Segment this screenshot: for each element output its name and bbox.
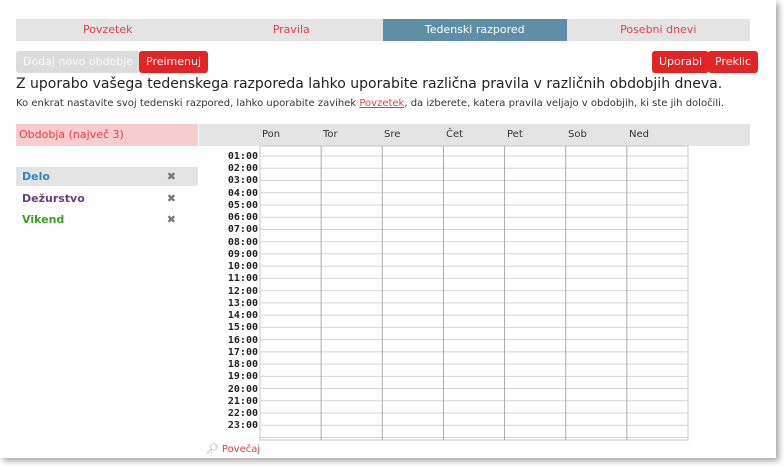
grid-background	[259, 145, 689, 441]
zoom-link[interactable]: 🔎︎ Povečaj	[206, 444, 260, 455]
magnifier-icon: 🔎︎	[206, 444, 219, 455]
schedule-grid[interactable]	[0, 0, 784, 466]
zoom-label: Povečaj	[221, 444, 261, 455]
schedule-panel: Povzetek Pravila Tedenski razpored Poseb…	[0, 0, 776, 458]
